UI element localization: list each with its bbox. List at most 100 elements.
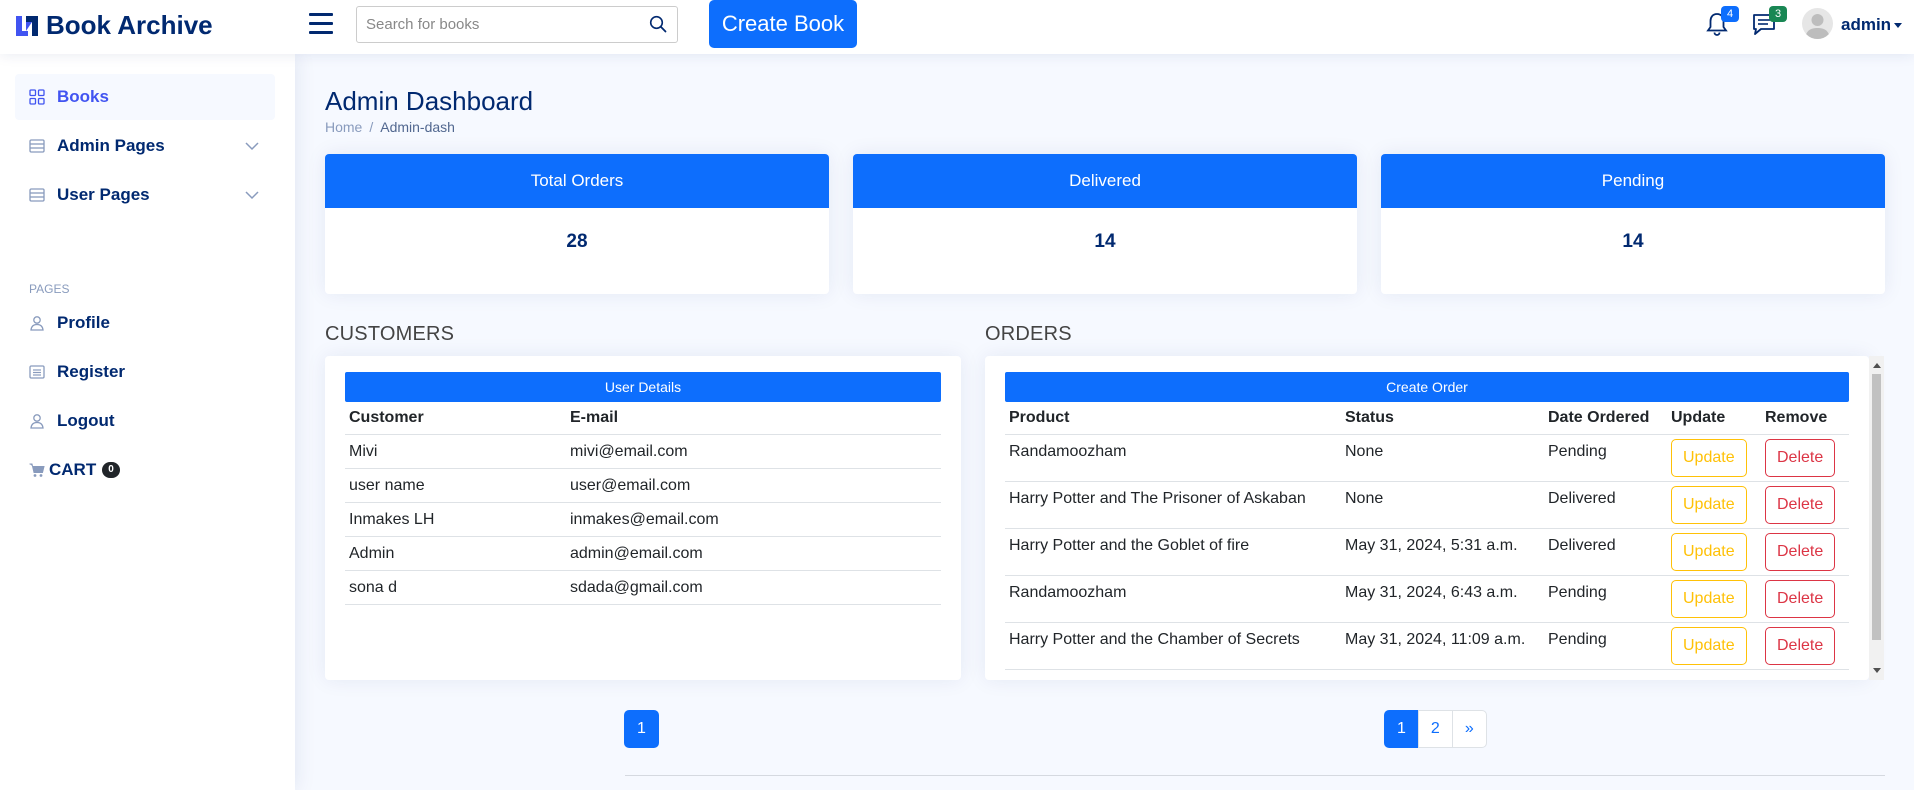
- page-title: Admin Dashboard: [325, 86, 534, 116]
- table-row: Mivi mivi@email.com: [345, 434, 941, 469]
- order-date-ordered: Pending: [1544, 575, 1667, 623]
- user-details-button[interactable]: User Details: [345, 372, 941, 402]
- order-date-ordered: Pending: [1544, 434, 1667, 482]
- caret-down-icon: [1894, 23, 1903, 29]
- order-product: Randamoozham: [1005, 434, 1341, 482]
- stat-value: 14: [1622, 231, 1644, 252]
- customer-name: Inmakes LH: [345, 502, 566, 537]
- delete-button[interactable]: Delete: [1765, 485, 1836, 524]
- layout-icon: [29, 188, 45, 202]
- table-row: Inmakes LH inmakes@email.com: [345, 502, 941, 537]
- table-row: user name user@email.com: [345, 468, 941, 503]
- order-product: Harry Potter and the Goblet of fire: [1005, 528, 1341, 576]
- sidebar-item-label: Books: [57, 87, 109, 106]
- customers-panel: User Details Customer E-mail Mivi mivi@e…: [325, 356, 961, 680]
- sidebar-item-logout[interactable]: Logout: [15, 398, 275, 444]
- column-header-status: Status: [1341, 402, 1544, 435]
- sidebar-toggle-icon[interactable]: [309, 13, 333, 35]
- sidebar: Books Admin Pages User Pages PAGES Profi…: [0, 54, 295, 790]
- sidebar-item-books[interactable]: Books: [15, 74, 275, 120]
- breadcrumb-home[interactable]: Home: [325, 119, 362, 135]
- card-list-icon: [29, 365, 45, 379]
- search-box: [356, 6, 678, 43]
- avatar[interactable]: [1802, 8, 1833, 39]
- orders-table: Product Status Date Ordered Update Remov…: [1005, 402, 1849, 670]
- table-row: Harry Potter and the Chamber of Secrets …: [1005, 622, 1849, 670]
- user-name: admin: [1841, 15, 1892, 34]
- page-button-2[interactable]: 2: [1417, 710, 1453, 748]
- update-button[interactable]: Update: [1671, 626, 1747, 665]
- order-date-ordered: Delivered: [1544, 528, 1667, 576]
- update-button[interactable]: Update: [1671, 485, 1747, 524]
- stat-value: 28: [566, 231, 588, 252]
- stat-label: Pending: [1381, 154, 1885, 208]
- next-page-button[interactable]: »: [1451, 710, 1487, 748]
- column-header-remove: Remove: [1761, 402, 1849, 435]
- orders-pagination: 1 2 »: [1384, 710, 1487, 748]
- table-row: sona d sdada@gmail.com: [345, 570, 941, 605]
- app-name: Book Archive: [46, 10, 213, 40]
- delete-button[interactable]: Delete: [1765, 438, 1836, 477]
- cart-count-badge: 0: [102, 462, 120, 478]
- top-header: Book Archive Create Book 4 3 ad: [0, 0, 1914, 54]
- sidebar-item-user-pages[interactable]: User Pages: [15, 172, 275, 218]
- order-date-ordered: Pending: [1544, 622, 1667, 670]
- order-date-ordered: Delivered: [1544, 481, 1667, 529]
- search-icon[interactable]: [649, 15, 667, 33]
- customers-table: Customer E-mail Mivi mivi@email.com user…: [345, 402, 941, 605]
- order-product: Harry Potter and the Chamber of Secrets: [1005, 622, 1341, 670]
- sidebar-item-label: CART: [49, 460, 97, 479]
- update-button[interactable]: Update: [1671, 438, 1747, 477]
- delete-button[interactable]: Delete: [1765, 579, 1836, 618]
- notifications-badge: 4: [1721, 6, 1739, 22]
- create-book-button[interactable]: Create Book: [709, 0, 857, 48]
- sidebar-item-cart[interactable]: CART 0: [15, 447, 275, 493]
- sidebar-item-label: User Pages: [57, 185, 150, 204]
- order-status: May 31, 2024, 5:31 a.m.: [1341, 528, 1544, 576]
- user-menu-toggle[interactable]: admin: [1841, 15, 1903, 35]
- person-icon: [30, 316, 44, 331]
- orders-section-title: ORDERS: [985, 323, 1072, 345]
- scroll-down-icon[interactable]: [1873, 668, 1881, 673]
- stat-value: 14: [1094, 231, 1116, 252]
- customer-name: Mivi: [345, 434, 566, 469]
- customer-name: Admin: [345, 536, 566, 571]
- sidebar-item-admin-pages[interactable]: Admin Pages: [15, 123, 275, 169]
- table-row: Admin admin@email.com: [345, 536, 941, 571]
- cart-icon: [29, 463, 45, 477]
- sidebar-heading-pages: PAGES: [29, 282, 70, 296]
- messages-button[interactable]: 3: [1751, 6, 1787, 39]
- sidebar-item-register[interactable]: Register: [15, 349, 275, 395]
- customer-email: admin@email.com: [566, 536, 941, 571]
- orders-panel: Create Order Product Status Date Ordered…: [985, 356, 1869, 680]
- orders-scrollbar[interactable]: [1869, 356, 1884, 680]
- column-header-update: Update: [1667, 402, 1761, 435]
- layout-icon: [29, 139, 45, 153]
- delete-button[interactable]: Delete: [1765, 626, 1836, 665]
- column-header-email: E-mail: [566, 402, 941, 435]
- scrollbar-thumb[interactable]: [1872, 374, 1881, 640]
- column-header-customer: Customer: [345, 402, 566, 435]
- customers-pagination: 1: [624, 710, 659, 748]
- table-row: Harry Potter and the Goblet of fire May …: [1005, 528, 1849, 576]
- sidebar-item-label: Logout: [57, 411, 115, 430]
- order-status: None: [1341, 434, 1544, 482]
- column-header-date-ordered: Date Ordered: [1544, 402, 1667, 435]
- search-input[interactable]: [357, 7, 637, 42]
- delete-button[interactable]: Delete: [1765, 532, 1836, 571]
- page-button-1[interactable]: 1: [1384, 710, 1419, 748]
- page-button-1[interactable]: 1: [624, 710, 659, 748]
- logo[interactable]: Book Archive: [14, 10, 213, 41]
- create-order-button[interactable]: Create Order: [1005, 372, 1849, 402]
- customer-name: sona d: [345, 570, 566, 605]
- order-product: Harry Potter and The Prisoner of Askaban: [1005, 481, 1341, 529]
- update-button[interactable]: Update: [1671, 579, 1747, 618]
- update-button[interactable]: Update: [1671, 532, 1747, 571]
- logo-icon: [16, 15, 38, 36]
- scroll-up-icon[interactable]: [1873, 363, 1881, 368]
- customer-email: sdada@gmail.com: [566, 570, 941, 605]
- notifications-button[interactable]: 4: [1705, 6, 1739, 39]
- chevron-down-icon: [245, 142, 259, 151]
- stat-card-pending: Pending 14: [1381, 154, 1885, 294]
- sidebar-item-profile[interactable]: Profile: [15, 300, 275, 346]
